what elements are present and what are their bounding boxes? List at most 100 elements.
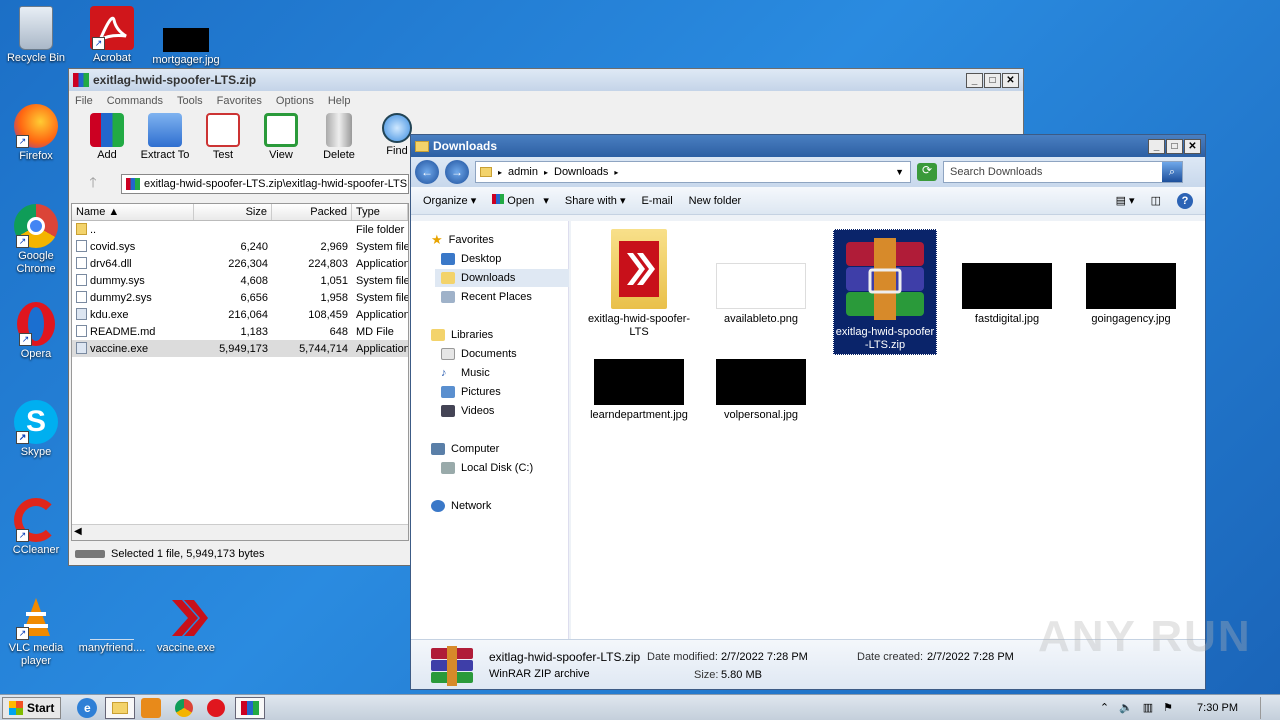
nav-desktop[interactable]: Desktop (441, 250, 501, 268)
folder-icon (415, 140, 429, 152)
nav-local-disk[interactable]: Local Disk (C:) (441, 459, 533, 477)
nav-libraries[interactable]: Libraries (431, 326, 493, 344)
back-arrow-icon[interactable]: ← (415, 160, 439, 184)
minimize-button[interactable]: _ (966, 72, 983, 88)
start-button[interactable]: Start (2, 696, 62, 719)
file-tile[interactable]: goingagency.jpg (1079, 229, 1183, 326)
new-folder-button[interactable]: New folder (689, 195, 742, 207)
chrome-taskbar-icon[interactable] (175, 698, 194, 717)
media-player-taskbar-icon[interactable] (141, 697, 162, 718)
open-button[interactable]: Open ▾ (492, 194, 549, 207)
nav-downloads[interactable]: Downloads (435, 269, 569, 287)
table-row[interactable]: dummy2.sys 6,656 1,958 System file (72, 289, 408, 306)
file-tile-selected[interactable]: exitlag-hwid-spoofer-LTS.zip (833, 229, 937, 355)
test-button[interactable]: Test (197, 113, 249, 161)
table-row[interactable]: drv64.dll 226,304 224,803 Application (72, 255, 408, 272)
nav-recent-places[interactable]: Recent Places (441, 288, 532, 306)
scroll-left-icon[interactable]: ◀ (74, 526, 82, 537)
explorer-titlebar[interactable]: Downloads _ □ ✕ (411, 135, 1205, 157)
desktop-icon-skype[interactable]: S ↗ Skype (0, 400, 72, 459)
desktop-icon-vaccine[interactable]: vaccine.exe (150, 596, 222, 655)
maximize-button[interactable]: □ (1166, 138, 1183, 154)
nav-computer[interactable]: Computer (431, 440, 499, 458)
table-row[interactable]: covid.sys 6,240 2,969 System file (72, 238, 408, 255)
file-tile[interactable]: volpersonal.jpg (709, 359, 813, 422)
column-size[interactable]: Size (194, 204, 272, 220)
preview-pane-icon[interactable]: ◫ (1151, 194, 1161, 207)
desktop-icon-chrome[interactable]: ↗ Google Chrome (0, 204, 72, 276)
organize-button[interactable]: Organize ▾ (423, 194, 476, 207)
winrar-taskbar-icon[interactable] (235, 696, 266, 719)
search-icon[interactable]: ⌕ (1162, 162, 1182, 182)
file-tile[interactable]: fastdigital.jpg (955, 229, 1059, 326)
menu-tools[interactable]: Tools (177, 95, 203, 107)
desktop-icon-recycle-bin[interactable]: Recycle Bin (0, 6, 72, 65)
close-button[interactable]: ✕ (1184, 138, 1201, 154)
up-arrow-icon[interactable]: 🡑 (73, 172, 113, 196)
refresh-icon[interactable]: ⟳ (917, 163, 937, 181)
views-icon[interactable]: ▤ ▾ (1116, 194, 1135, 207)
desktop-icon-manyfriend[interactable]: manyfriend.... (76, 596, 148, 655)
show-desktop-button[interactable] (1260, 696, 1270, 719)
table-row[interactable]: kdu.exe 216,064 108,459 Application (72, 306, 408, 323)
file-tile[interactable]: learndepartment.jpg (587, 359, 691, 422)
desktop-icon-ccleaner[interactable]: ↗ CCleaner (0, 498, 72, 557)
column-name[interactable]: Name ▲ (72, 204, 194, 220)
opera-taskbar-icon[interactable] (207, 698, 226, 717)
view-button[interactable]: View (255, 113, 307, 161)
file-tile[interactable]: exitlag-hwid-spoofer-LTS (587, 229, 691, 339)
breadcrumb[interactable]: ▸ admin ▸ Downloads ▸ ▼ (475, 161, 911, 183)
file-name: learndepartment.jpg (590, 409, 688, 421)
path-field[interactable]: exitlag-hwid-spoofer-LTS.zip\exitlag-hwi… (121, 174, 409, 194)
breadcrumb-admin[interactable]: admin (508, 166, 538, 178)
nav-network[interactable]: Network (431, 497, 491, 515)
nav-music[interactable]: ♪ Music (441, 364, 490, 382)
desktop-icon-acrobat[interactable]: ↗ Acrobat (76, 6, 148, 65)
winrar-titlebar[interactable]: exitlag-hwid-spoofer-LTS.zip _ □ ✕ (69, 69, 1023, 91)
menu-commands[interactable]: Commands (107, 95, 163, 107)
speaker-icon[interactable]: 🔈 (1119, 701, 1133, 714)
breadcrumb-downloads[interactable]: Downloads (554, 166, 608, 178)
table-row[interactable]: vaccine.exe 5,949,173 5,744,714 Application (72, 340, 408, 357)
table-row[interactable]: .. File folder (72, 221, 408, 238)
chevron-down-icon[interactable]: ▼ (895, 167, 904, 177)
table-row[interactable]: README.md 1,183 648 MD File (72, 323, 408, 340)
email-button[interactable]: E-mail (641, 195, 672, 207)
menu-file[interactable]: File (75, 95, 93, 107)
file-tile[interactable]: availableto.png (709, 229, 813, 326)
desktop-icon-label: VLC media player (8, 642, 64, 667)
nav-documents[interactable]: Documents (441, 345, 517, 363)
desktop-icon-mortgager[interactable]: mortgager.jpg (150, 6, 222, 67)
explorer-taskbar-icon[interactable] (105, 696, 136, 719)
horizontal-scrollbar[interactable]: ◀ (72, 524, 408, 540)
desktop-icon-firefox[interactable]: ↗ Firefox (0, 104, 72, 163)
tray-expand-icon[interactable]: ⌃ (1100, 701, 1109, 714)
minimize-button[interactable]: _ (1148, 138, 1165, 154)
menu-options[interactable]: Options (276, 95, 314, 107)
maximize-button[interactable]: □ (984, 72, 1001, 88)
network-icon[interactable]: ▥ (1143, 701, 1153, 714)
menu-help[interactable]: Help (328, 95, 351, 107)
nav-videos[interactable]: Videos (441, 402, 494, 420)
delete-button[interactable]: Delete (313, 113, 365, 161)
help-icon[interactable]: ? (1177, 192, 1193, 209)
table-row[interactable]: dummy.sys 4,608 1,051 System file (72, 272, 408, 289)
search-input[interactable]: Search Downloads ⌕ (943, 161, 1183, 183)
menu-favorites[interactable]: Favorites (217, 95, 262, 107)
archive-icon (126, 178, 140, 190)
flag-icon[interactable]: ⚑ (1163, 701, 1173, 714)
ie-taskbar-icon[interactable]: e (77, 697, 98, 718)
nav-pictures[interactable]: Pictures (441, 383, 501, 401)
close-button[interactable]: ✕ (1002, 72, 1019, 88)
forward-arrow-icon[interactable]: → (445, 160, 469, 184)
clock[interactable]: 7:30 PM (1197, 702, 1238, 714)
desktop-icon-opera[interactable]: ↗ Opera (0, 302, 72, 361)
share-with-button[interactable]: Share with ▾ (565, 194, 626, 207)
nav-favorites[interactable]: ★ Favorites (431, 231, 494, 249)
column-type[interactable]: Type (352, 204, 408, 220)
add-button[interactable]: Add (81, 113, 133, 161)
breadcrumb-sep-icon: ▸ (543, 167, 548, 177)
column-packed[interactable]: Packed (272, 204, 352, 220)
desktop-icon-vlc[interactable]: ↗ VLC media player (0, 596, 72, 668)
extract-to-button[interactable]: Extract To (139, 113, 191, 161)
